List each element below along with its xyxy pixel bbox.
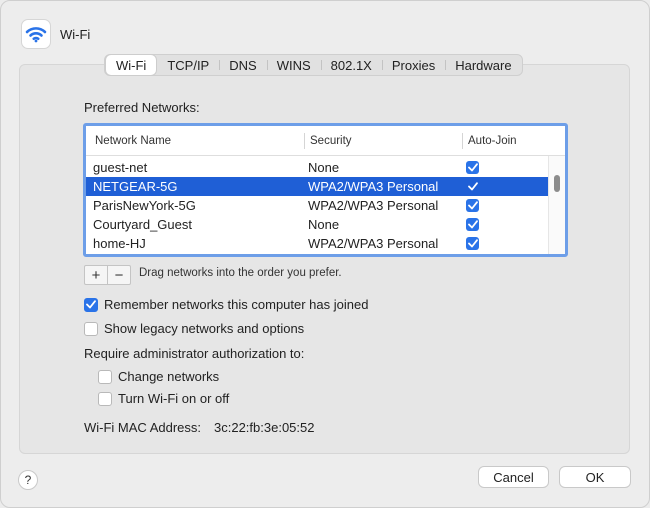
add-network-button[interactable]: + [85,266,107,284]
window-title: Wi-Fi [60,26,91,42]
column-security[interactable]: Security [310,126,352,156]
network-name-cell: home-HJ [93,236,146,251]
checkmark-icon [467,201,478,210]
auto-join-checkbox[interactable] [466,199,479,212]
legacy-networks-label: Show legacy networks and options [104,321,305,336]
auto-join-checkbox[interactable] [466,237,479,250]
auto-join-checkbox[interactable] [466,161,479,174]
change-networks-checkbox[interactable] [98,369,112,384]
remember-networks-label: Remember networks this computer has join… [104,297,369,312]
tab-bar: Wi-Fi TCP/IP DNS WINS 802.1X Proxies Har… [104,54,523,76]
auto-join-cell [466,158,479,177]
add-remove-control: + − [84,265,131,285]
network-name-cell: guest-net [93,160,148,175]
remember-networks-checkbox[interactable] [84,297,98,312]
column-network-name[interactable]: Network Name [95,126,171,156]
security-cell: None [308,217,340,232]
window-header: Wi-Fi [21,19,90,49]
tab-dns[interactable]: DNS [219,55,266,75]
security-cell: WPA2/WPA3 Personal [308,198,439,213]
tab-tcpip[interactable]: TCP/IP [157,55,219,75]
auto-join-cell [466,177,479,196]
auto-join-checkbox[interactable] [466,218,479,231]
security-cell: None [308,160,340,175]
drag-hint-text: Drag networks into the order you prefer. [139,267,342,279]
tab-proxies[interactable]: Proxies [381,55,445,75]
network-name-cell: ParisNewYork-5G [93,198,196,213]
wifi-icon [21,19,51,49]
network-settings-window: Wi-Fi Wi-Fi TCP/IP DNS WINS 802.1X Proxi… [0,0,650,508]
table-row[interactable]: guest-net None [86,158,548,177]
security-cell: WPA2/WPA3 Personal [308,236,439,251]
cancel-button[interactable]: Cancel [478,466,549,488]
table-row[interactable]: ParisNewYork-5G WPA2/WPA3 Personal [86,196,548,215]
auto-join-cell [466,196,479,215]
network-name-cell: NETGEAR-5G [93,179,178,194]
tab-hardware[interactable]: Hardware [445,55,521,75]
remember-networks-option[interactable]: Remember networks this computer has join… [84,297,368,312]
auto-join-cell [466,234,479,253]
checkmark-icon [467,182,478,191]
column-divider [462,133,463,149]
turn-wifi-option[interactable]: Turn Wi-Fi on or off [98,391,229,406]
preferred-networks-table[interactable]: Network Name Security Auto-Join guest-ne… [83,123,568,257]
tab-8021x[interactable]: 802.1X [320,55,382,75]
legacy-networks-option[interactable]: Show legacy networks and options [84,321,304,336]
mac-address-label: Wi-Fi MAC Address: [84,420,202,435]
security-cell: WPA2/WPA3 Personal [308,179,439,194]
admin-auth-label: Require administrator authorization to: [84,346,305,361]
table-row[interactable]: Courtyard_Guest None [86,215,548,234]
checkmark-icon [467,163,478,172]
table-row[interactable]: home-HJ WPA2/WPA3 Personal [86,234,548,253]
column-divider [304,133,305,149]
ok-button[interactable]: OK [559,466,631,488]
help-button[interactable]: ? [18,470,38,490]
table-header: Network Name Security Auto-Join [86,126,565,156]
network-name-cell: Courtyard_Guest [93,217,192,232]
scrollbar-thumb[interactable] [554,175,560,192]
turn-wifi-checkbox[interactable] [98,391,112,406]
auto-join-checkbox[interactable] [466,180,479,193]
mac-address-value: 3c:22:fb:3e:05:52 [214,420,315,435]
checkmark-icon [467,239,478,248]
auto-join-cell [466,215,479,234]
table-row-selected[interactable]: NETGEAR-5G WPA2/WPA3 Personal [86,177,548,196]
change-networks-option[interactable]: Change networks [98,369,219,384]
checkmark-icon [467,220,478,229]
checkmark-icon [86,300,96,309]
change-networks-label: Change networks [118,369,220,384]
tab-wifi[interactable]: Wi-Fi [106,55,157,75]
legacy-networks-checkbox[interactable] [84,321,98,336]
column-auto-join[interactable]: Auto-Join [468,126,517,156]
turn-wifi-label: Turn Wi-Fi on or off [118,391,230,406]
remove-network-button[interactable]: − [107,266,130,284]
table-scrollbar[interactable] [548,156,565,254]
tab-wins[interactable]: WINS [266,55,321,75]
preferred-networks-label: Preferred Networks: [84,100,200,115]
